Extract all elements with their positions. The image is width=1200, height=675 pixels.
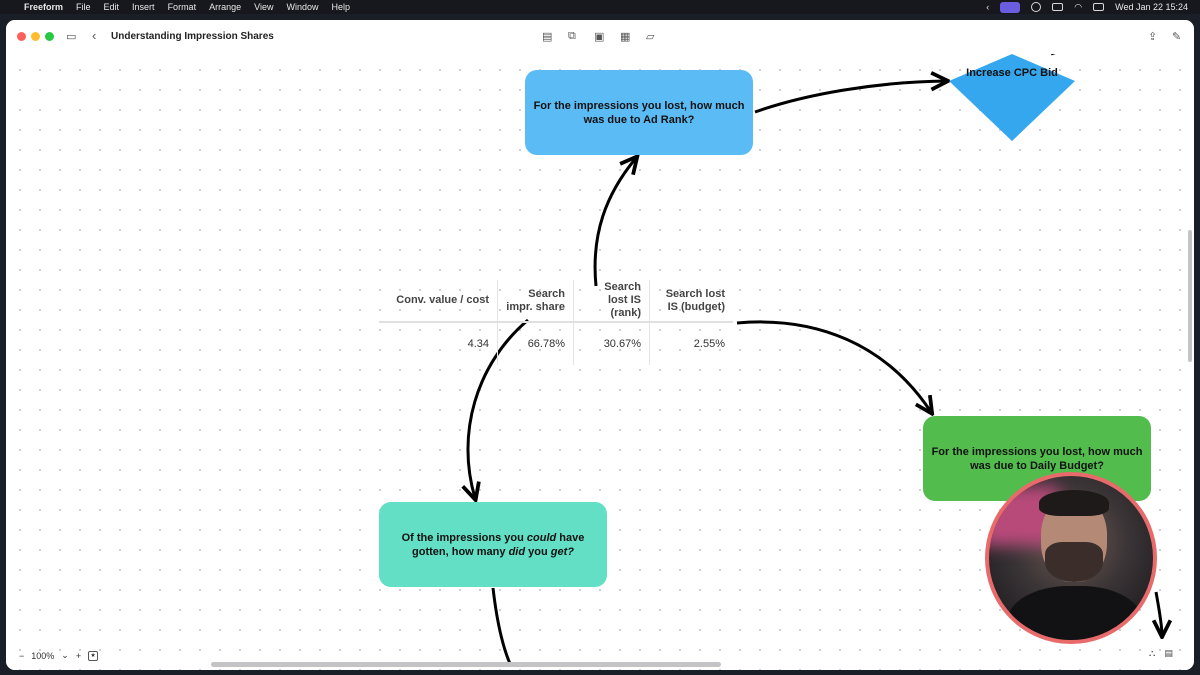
teal-text-did: did (508, 545, 526, 558)
menu-insert[interactable]: Insert (132, 2, 155, 12)
close-window-button[interactable] (17, 32, 26, 41)
diamond-label: Increase CPC Bid (966, 67, 1058, 79)
teal-text-3: you (525, 545, 551, 558)
menu-window[interactable]: Window (286, 2, 318, 12)
status-area: ‹ ◠ Wed Jan 22 15:24 (986, 0, 1188, 14)
table-row: 4.34 66.78% 30.67% 2.55% (379, 322, 733, 365)
arrow-to-ad-rank (593, 158, 636, 287)
table-header-row: Conv. value / cost Search impr. share Se… (379, 280, 733, 323)
minimize-window-button[interactable] (31, 32, 40, 41)
wifi-icon[interactable]: ◠ (1074, 2, 1082, 13)
menu-arrange[interactable]: Arrange (209, 2, 241, 12)
menu-clock[interactable]: Wed Jan 22 15:24 (1115, 2, 1188, 12)
ad-rank-question-box[interactable]: For the impressions you lost, how much w… (525, 70, 753, 155)
control-center-icon[interactable] (1093, 3, 1105, 11)
freeform-window: ▭ ‹ Understanding Impression Shares ▤ ⧉ … (6, 20, 1194, 670)
camera-icon[interactable] (1052, 3, 1064, 11)
teal-text-could: could (526, 531, 557, 544)
header-lost-is-rank: Search lost IS (rank) (573, 280, 650, 323)
shapes-tool-icon[interactable]: ⧉ (568, 30, 576, 43)
zoom-controls: − 100% ⌄ + ★ (19, 650, 99, 661)
board-canvas[interactable]: For the impressions you lost, how much w… (6, 54, 1194, 670)
webcam-hair (1039, 490, 1109, 516)
header-search-impr-share: Search impr. share (497, 280, 574, 323)
teal-text-get: get? (550, 545, 574, 558)
arrow-to-increase-cpc (754, 81, 946, 114)
impressions-got-question-box[interactable]: Of the impressions you could have gotten… (379, 502, 607, 587)
board-title: Understanding Impression Shares (111, 31, 274, 42)
menu-format[interactable]: Format (168, 2, 197, 12)
screen-share-icon[interactable] (1000, 1, 1021, 13)
vertical-scrollbar[interactable] (1188, 230, 1192, 362)
arrow-down-from-teal (491, 587, 513, 667)
menu-bar: Freeform File Edit Insert Format Arrange… (0, 0, 1200, 14)
metrics-table[interactable]: Conv. value / cost Search impr. share Se… (379, 280, 733, 365)
menu-edit[interactable]: Edit (104, 2, 120, 12)
bottom-right-tools: ⛬ ▤ (1149, 648, 1173, 659)
header-conv-value-cost: Conv. value / cost (379, 280, 498, 323)
teal-box-text: Of the impressions you could have gotten… (398, 531, 588, 559)
list-view-icon[interactable]: ▤ (1164, 648, 1173, 659)
increase-cpc-diamond[interactable]: Increase CPC Bid (949, 54, 1075, 141)
diagram-view-icon[interactable]: ⛬ (1149, 648, 1155, 659)
webcam-shirt (1007, 586, 1143, 640)
header-lost-is-budget: Search lost IS (budget) (649, 280, 733, 323)
menu-help[interactable]: Help (331, 2, 350, 12)
favorite-view-icon[interactable]: ★ (88, 650, 99, 661)
webcam-beard (1045, 542, 1103, 582)
chevron-left-icon[interactable]: ‹ (986, 2, 989, 12)
share-icon[interactable]: ⇪ (1148, 30, 1157, 43)
zoom-out-button[interactable]: − (19, 651, 24, 661)
zoom-window-button[interactable] (45, 32, 54, 41)
horizontal-scrollbar[interactable] (211, 662, 721, 667)
media-tool-icon[interactable]: ▦ (620, 30, 630, 43)
folder-tool-icon[interactable]: ▱ (646, 30, 654, 43)
menu-app-name[interactable]: Freeform (24, 2, 63, 12)
zoom-in-button[interactable]: + (76, 651, 81, 661)
title-bar: ▭ ‹ Understanding Impression Shares ▤ ⧉ … (6, 20, 1194, 54)
arrow-to-daily-budget (736, 320, 931, 412)
text-tool-icon[interactable]: ▣ (594, 30, 604, 43)
arrow-bottom-right (1156, 591, 1162, 635)
cell-conv-value-cost: 4.34 (379, 322, 498, 365)
note-tool-icon[interactable]: ▤ (542, 30, 552, 43)
webcam-overlay (985, 472, 1157, 644)
edit-icon[interactable]: ✎ (1172, 30, 1181, 43)
back-chevron-icon[interactable]: ‹ (92, 28, 96, 43)
sidebar-toggle-icon[interactable]: ▭ (66, 30, 76, 43)
cell-search-impr-share: 66.78% (497, 322, 574, 365)
zoom-chevron-down-icon[interactable]: ⌄ (61, 650, 69, 661)
cell-lost-is-budget: 2.55% (693, 338, 725, 350)
teal-text-1: Of the impressions you (401, 531, 527, 544)
cell-lost-is-rank: 30.67% (573, 322, 650, 365)
focus-icon[interactable] (1031, 2, 1042, 12)
zoom-level[interactable]: 100% (31, 651, 54, 661)
menu-file[interactable]: File (76, 2, 91, 12)
menu-view[interactable]: View (254, 2, 273, 12)
